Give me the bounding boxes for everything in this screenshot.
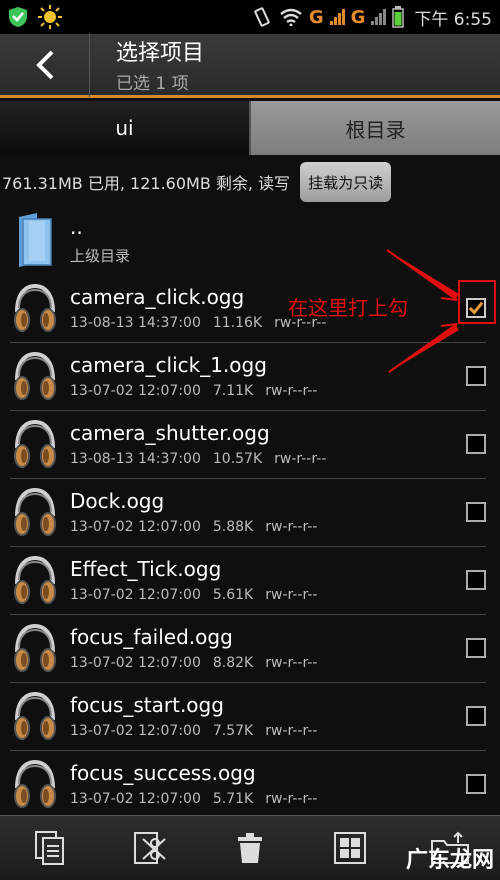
audio-file-icon [14,623,56,672]
checkbox[interactable] [466,774,486,794]
file-permissions: rw-r--r-- [274,451,327,467]
audio-file-icon [14,283,56,332]
file-meta: 13-08-13 14:37:00 10.57K rw-r--r-- [70,451,500,467]
checkbox[interactable] [466,366,486,386]
file-size: 5.71K [212,791,254,807]
file-meta: 13-07-02 12:07:00 8.82K rw-r--r-- [70,655,500,671]
audio-file-icon [14,555,56,604]
wifi-icon [280,8,302,26]
checkbox[interactable] [466,570,486,590]
action-bar: 选择项目 已选 1 项 [0,32,500,98]
signal-strength-icon-2 [371,9,387,25]
mount-readonly-button[interactable]: 挂载为只读 [300,162,392,202]
tab-ui[interactable]: ui [0,101,249,155]
clock: 下午 6:55 [414,9,492,30]
copy-icon [35,831,64,865]
file-meta: 13-07-02 12:07:00 5.61K rw-r--r-- [70,587,500,603]
file-size: 7.11K [212,383,254,399]
tab-bar: ui 根目录 [0,101,500,155]
file-row[interactable]: Dock.ogg 13-07-02 12:07:00 5.88K rw-r--r-- [0,478,500,546]
file-permissions: rw-r--r-- [265,587,318,603]
file-size: 7.57K [212,723,254,739]
file-name: focus_success.ogg [70,761,256,785]
file-meta: 13-07-02 12:07:00 5.88K rw-r--r-- [70,519,500,535]
parent-name: .. [70,214,83,239]
file-name: focus_start.ogg [70,693,224,717]
delete-icon [238,833,262,863]
checkbox[interactable] [466,502,486,522]
file-permissions: rw-r--r-- [265,655,318,671]
file-date: 13-08-13 14:37:00 [70,315,201,331]
checkbox[interactable] [466,434,486,454]
file-size: 10.57K [212,451,263,467]
file-name: Effect_Tick.ogg [70,557,222,581]
delete-button[interactable] [225,823,275,873]
audio-file-icon [14,419,56,468]
network-type-label: G [308,6,324,28]
file-row[interactable]: camera_shutter.ogg 13-08-13 14:37:00 10.5… [0,410,500,478]
file-date: 13-07-02 12:07:00 [70,655,201,671]
file-date: 13-07-02 12:07:00 [70,587,201,603]
file-date: 13-07-02 12:07:00 [70,791,201,807]
annotation-arrows [386,249,459,373]
file-permissions: rw-r--r-- [265,723,318,739]
file-row[interactable]: Effect_Tick.ogg 13-07-02 12:07:00 5.61K rw… [0,546,500,614]
file-size: 8.82K [212,655,254,671]
copy-button[interactable] [25,823,75,873]
file-date: 13-08-13 14:37:00 [70,451,201,467]
file-row[interactable]: focus_start.ogg 13-07-02 12:07:00 7.57K rw… [0,682,500,750]
file-name: camera_shutter.ogg [70,421,270,445]
storage-info: 761.31MB 已用, 121.60MB 剩余, 读写 挂载为只读 [0,160,500,204]
file-permissions: rw-r--r-- [265,383,318,399]
checkbox[interactable] [466,706,486,726]
watermark: 广东龙网 [405,848,494,873]
file-permissions: rw-r--r-- [265,519,318,535]
file-date: 13-07-02 12:07:00 [70,519,201,535]
back-arrow-icon [35,50,53,79]
audio-file-icon [14,351,56,400]
select-all-icon [334,832,366,864]
file-meta: 13-07-02 12:07:00 7.57K rw-r--r-- [70,723,500,739]
status-bar: G G 下午 6:55 [0,0,500,34]
shield-icon [9,7,27,27]
file-size: 5.61K [212,587,254,603]
file-size: 11.16K [212,315,263,331]
page-title: 选择项目 [116,41,205,66]
audio-file-icon [14,487,56,536]
checkbox[interactable] [466,638,486,658]
selection-count: 已选 1 项 [116,74,189,94]
vibrate-icon [254,7,270,27]
file-row[interactable]: focus_failed.ogg 13-07-02 12:07:00 8.82K r… [0,614,500,682]
tab-root[interactable]: 根目录 [249,101,500,155]
file-meta: 13-07-02 12:07:00 5.71K rw-r--r-- [70,791,500,807]
battery-icon [392,6,405,28]
file-name: focus_failed.ogg [70,625,233,649]
network-type-label-2: G [350,6,366,28]
file-name: Dock.ogg [70,489,165,513]
folder-icon [19,213,52,267]
file-permissions: rw-r--r-- [265,791,318,807]
file-size: 5.88K [212,519,254,535]
signal-strength-icon [329,9,345,25]
audio-file-icon [14,759,56,808]
file-date: 13-07-02 12:07:00 [70,723,201,739]
select-all-button[interactable] [325,823,375,873]
back-button[interactable] [0,32,90,97]
file-date: 13-07-02 12:07:00 [70,383,201,399]
audio-file-icon [14,691,56,740]
weather-sun-icon [38,5,62,29]
storage-usage-text: 761.31MB 已用, 121.60MB 剩余, 读写 [2,174,291,193]
cut-icon [134,832,166,864]
file-meta: 13-07-02 12:07:00 7.11K rw-r--r-- [70,383,500,399]
file-row[interactable]: focus_success.ogg 13-07-02 12:07:00 5.71K… [0,750,500,818]
cut-button[interactable] [125,823,175,873]
